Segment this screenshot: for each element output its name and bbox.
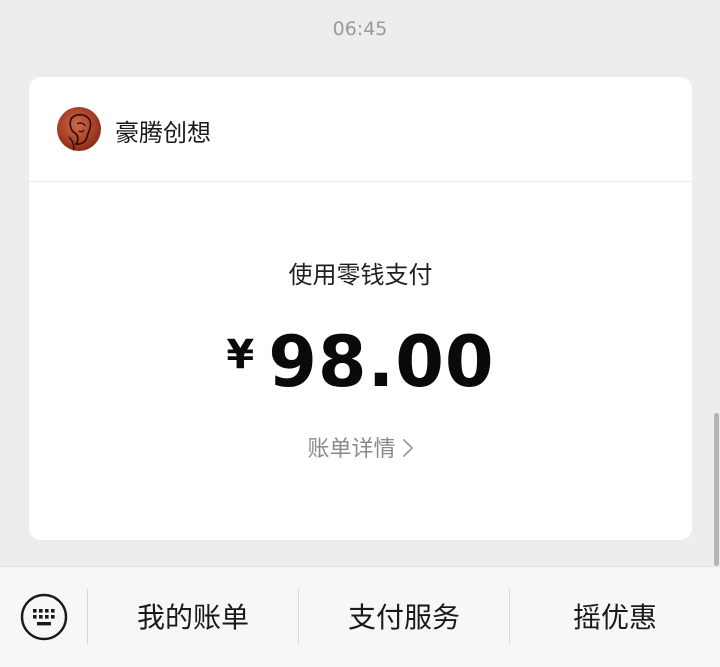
payment-amount: ¥98.00 [29,321,692,403]
chevron-right-icon [402,438,414,464]
payment-card[interactable]: 豪腾创想 使用零钱支付 ¥98.00 账单详情 [29,77,692,540]
amount-value: 98.00 [268,321,495,403]
menu-payment-services[interactable]: 支付服务 [299,567,509,667]
scrollbar-thumb[interactable] [714,413,719,566]
menu-my-bills[interactable]: 我的账单 [88,567,298,667]
bill-detail-label: 账单详情 [307,437,396,462]
merchant-name[interactable]: 豪腾创想 [115,113,211,148]
menu-shake-deals[interactable]: 摇优惠 [510,567,720,667]
keyboard-icon [20,593,68,641]
bill-detail-link[interactable]: 账单详情 [29,431,692,464]
merchant-avatar[interactable] [57,107,101,151]
payment-method-label: 使用零钱支付 [288,261,433,289]
bottom-menu-bar: 我的账单 支付服务 摇优惠 [0,566,720,667]
merchant-header[interactable]: 豪腾创想 [29,77,692,182]
keyboard-toggle-button[interactable] [20,593,68,641]
message-timestamp: 06:45 [332,18,388,40]
chat-page: 06:45 豪腾创想 使用零钱支付 ¥98.00 账单详情 我的账单 支付服务 … [0,0,720,667]
currency-symbol: ¥ [226,332,255,378]
avatar-portrait-icon [68,113,92,151]
